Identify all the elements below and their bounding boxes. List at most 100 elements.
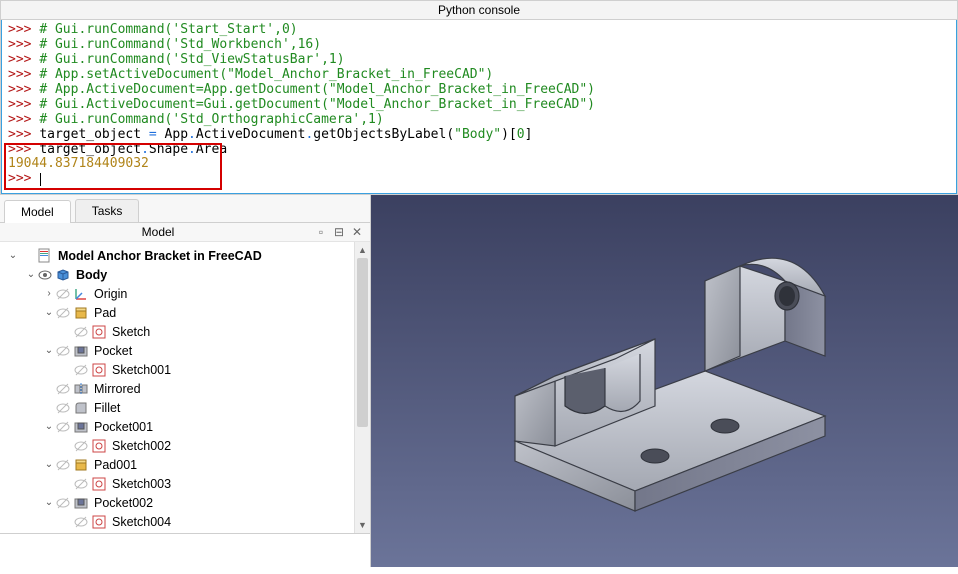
panel-header: Model ▫ ⊟ ✕ <box>0 223 370 242</box>
console-line: >>> # App.setActiveDocument("Model_Ancho… <box>8 68 950 83</box>
console-line: >>> # Gui.runCommand('Start_Start',0) <box>8 23 950 38</box>
tree-row-fillet[interactable]: Fillet <box>0 398 354 417</box>
property-pane[interactable] <box>0 533 370 567</box>
visibility-off-icon[interactable] <box>74 363 90 377</box>
python-console-title: Python console <box>1 1 957 20</box>
lower-split: Model Tasks Model ▫ ⊟ ✕ ⌄ Model Anchor Br… <box>0 195 958 567</box>
console-line: >>> target_object = App.ActiveDocument.g… <box>8 128 950 143</box>
console-line: 19044.837184409032 <box>8 157 950 172</box>
collapse-icon[interactable]: ⌄ <box>6 250 20 261</box>
body-icon <box>54 267 72 283</box>
mirror-icon <box>72 381 90 397</box>
tree-label: Pad <box>94 306 116 320</box>
tree-row-pocket002[interactable]: ⌄ Pocket002 <box>0 493 354 512</box>
scroll-down-icon[interactable]: ▼ <box>355 517 370 533</box>
tree-label: Pocket002 <box>94 496 153 510</box>
visibility-off-icon[interactable] <box>56 458 72 472</box>
tree-row-pad001[interactable]: ⌄ Pad001 <box>0 455 354 474</box>
tree-label: Body <box>76 268 107 282</box>
sketch-icon <box>90 438 108 454</box>
3d-viewport[interactable] <box>371 195 958 567</box>
console-line: >>> <box>8 172 950 187</box>
visibility-off-icon[interactable] <box>56 382 72 396</box>
console-line: >>> # Gui.runCommand('Std_OrthographicCa… <box>8 113 950 128</box>
visibility-off-icon[interactable] <box>74 515 90 529</box>
scroll-track[interactable] <box>355 258 370 517</box>
expand-icon[interactable]: › <box>42 288 56 299</box>
tree-row-sketch003[interactable]: Sketch003 <box>0 474 354 493</box>
sketch-icon <box>90 362 108 378</box>
collapse-icon[interactable]: ⌄ <box>42 345 56 356</box>
collapse-icon[interactable]: ⌄ <box>24 269 38 280</box>
collapse-icon[interactable]: ⌄ <box>42 459 56 470</box>
pocket-icon <box>72 419 90 435</box>
anchor-bracket-model <box>455 241 875 521</box>
sketch-icon <box>90 514 108 530</box>
pad-icon <box>72 457 90 473</box>
sketch-icon <box>90 476 108 492</box>
console-line: >>> # Gui.ActiveDocument=Gui.getDocument… <box>8 98 950 113</box>
pocket-icon <box>72 495 90 511</box>
visibility-off-icon[interactable] <box>56 287 72 301</box>
visibility-off-icon[interactable] <box>56 344 72 358</box>
visibility-off-icon[interactable] <box>74 439 90 453</box>
tab-model[interactable]: Model <box>4 200 71 223</box>
visibility-on-icon[interactable] <box>38 268 54 282</box>
origin-icon <box>72 286 90 302</box>
visibility-off-icon[interactable] <box>56 496 72 510</box>
tree-label: Sketch002 <box>112 439 171 453</box>
pocket-icon <box>72 343 90 359</box>
panel-pin-icon[interactable]: ⊟ <box>332 225 346 239</box>
scroll-up-icon[interactable]: ▲ <box>355 242 370 258</box>
tree-row-sketch004[interactable]: Sketch004 <box>0 512 354 531</box>
tree-label: Sketch <box>112 325 150 339</box>
tree-row-sketch001[interactable]: Sketch001 <box>0 360 354 379</box>
visibility-off-icon[interactable] <box>56 420 72 434</box>
tab-bar: Model Tasks <box>0 195 370 223</box>
visibility-off-icon[interactable] <box>56 306 72 320</box>
tree-label: Pocket001 <box>94 420 153 434</box>
tree-row-sketch[interactable]: Sketch <box>0 322 354 341</box>
python-console-body[interactable]: >>> # Gui.runCommand('Start_Start',0)>>>… <box>1 20 957 194</box>
tree-label: Sketch001 <box>112 363 171 377</box>
doc-icon <box>36 248 54 264</box>
visibility-off-icon[interactable] <box>56 401 72 415</box>
tree-label: Sketch004 <box>112 515 171 529</box>
tree-scrollbar[interactable]: ▲ ▼ <box>354 242 370 533</box>
tree-row-origin[interactable]: › Origin <box>0 284 354 303</box>
tree-row-pocket001[interactable]: ⌄ Pocket001 <box>0 417 354 436</box>
sketch-icon <box>90 324 108 340</box>
tree-label: Fillet <box>94 401 120 415</box>
visibility-off-icon[interactable] <box>74 477 90 491</box>
tree-label: Pad001 <box>94 458 137 472</box>
panel-float-icon[interactable]: ▫ <box>314 225 328 239</box>
panel-title: Model <box>6 225 310 239</box>
tab-tasks[interactable]: Tasks <box>75 199 140 222</box>
collapse-icon[interactable]: ⌄ <box>42 421 56 432</box>
python-console: Python console >>> # Gui.runCommand('Sta… <box>0 0 958 195</box>
tree-row-sketch002[interactable]: Sketch002 <box>0 436 354 455</box>
tree-row-pad[interactable]: ⌄ Pad <box>0 303 354 322</box>
tree-label: Model Anchor Bracket in FreeCAD <box>58 249 262 263</box>
visibility-off-icon[interactable] <box>74 325 90 339</box>
console-line: >>> # Gui.runCommand('Std_Workbench',16) <box>8 38 950 53</box>
tree-label: Sketch003 <box>112 477 171 491</box>
scroll-thumb[interactable] <box>357 258 368 426</box>
tree-row-mirrored[interactable]: Mirrored <box>0 379 354 398</box>
tree-row-body[interactable]: ⌄ Body <box>0 265 354 284</box>
fillet-icon <box>72 400 90 416</box>
console-line: >>> target_object.Shape.Area <box>8 143 950 158</box>
collapse-icon[interactable]: ⌄ <box>42 497 56 508</box>
model-tree[interactable]: ⌄ Model Anchor Bracket in FreeCAD ⌄ Body › Or… <box>0 242 354 533</box>
tree-row-pocket[interactable]: ⌄ Pocket <box>0 341 354 360</box>
console-line: >>> # Gui.runCommand('Std_ViewStatusBar'… <box>8 53 950 68</box>
left-pane: Model Tasks Model ▫ ⊟ ✕ ⌄ Model Anchor Br… <box>0 195 371 567</box>
tree-label: Origin <box>94 287 127 301</box>
pad-icon <box>72 305 90 321</box>
tree-label: Mirrored <box>94 382 141 396</box>
console-line: >>> # App.ActiveDocument=App.getDocument… <box>8 83 950 98</box>
tree-label: Pocket <box>94 344 132 358</box>
tree-row-model-anchor-bracket-in-freecad[interactable]: ⌄ Model Anchor Bracket in FreeCAD <box>0 246 354 265</box>
panel-close-icon[interactable]: ✕ <box>350 225 364 239</box>
collapse-icon[interactable]: ⌄ <box>42 307 56 318</box>
